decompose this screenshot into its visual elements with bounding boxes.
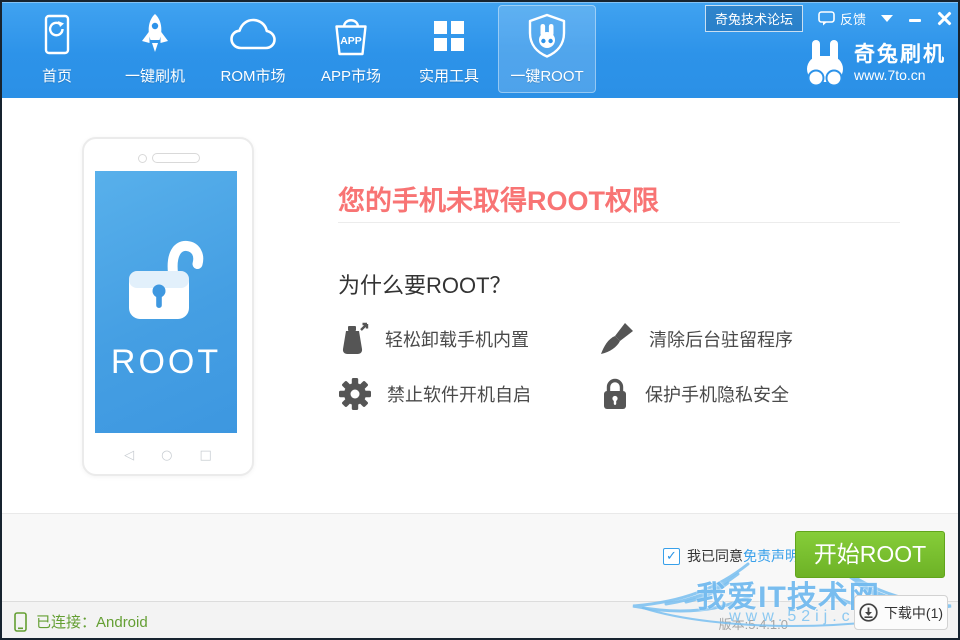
lock-icon: [600, 377, 630, 411]
feature-label: 轻松卸载手机内置: [385, 326, 529, 352]
feature-autostart: 禁止软件开机自启: [338, 377, 531, 411]
connection-status: 已连接：Android: [14, 611, 148, 632]
brand-logo: 奇兔刷机 www.7to.cn: [804, 38, 946, 88]
main-nav: 首页 一键刷机: [8, 0, 596, 98]
agreement-row: ✓ 我已同意 免责声明: [663, 546, 799, 566]
agree-checkbox[interactable]: ✓: [663, 548, 680, 565]
phone-speaker-slot: [152, 153, 200, 163]
feedback-label: 反馈: [840, 9, 866, 28]
app-bag-badge: APP: [340, 35, 362, 47]
feature-privacy: 保护手机隐私安全: [600, 377, 789, 411]
forum-button[interactable]: 奇兔技术论坛: [705, 5, 803, 32]
tab-flash[interactable]: 一键刷机: [106, 0, 204, 98]
tab-home-label: 首页: [42, 65, 72, 86]
disclaimer-link[interactable]: 免责声明: [743, 546, 799, 566]
gear-icon: [338, 377, 372, 411]
page-title: 您的手机未取得ROOT权限: [338, 179, 659, 218]
phone-illustration: ROOT ◁ ○ □: [82, 137, 254, 476]
phone-screen: ROOT: [95, 171, 237, 433]
android-back-icon: ◁: [124, 448, 134, 463]
feature-label: 禁止软件开机自启: [387, 381, 531, 407]
agree-label: 我已同意: [687, 546, 743, 566]
start-root-button[interactable]: 开始ROOT: [795, 531, 945, 578]
chevron-down-icon[interactable]: [881, 15, 893, 22]
brush-icon: [600, 322, 634, 356]
tab-root-label: 一键ROOT: [510, 65, 583, 86]
unlocked-padlock-icon: [121, 221, 211, 331]
tab-app-market[interactable]: APP APP市场: [302, 0, 400, 98]
close-button[interactable]: [937, 11, 952, 26]
home-icon: [35, 12, 79, 60]
app-window: 首页 一键刷机: [0, 0, 960, 640]
divider: [338, 222, 900, 223]
speech-bubble-icon: [818, 11, 835, 26]
tab-tools-label: 实用工具: [419, 65, 479, 86]
tab-flash-label: 一键刷机: [125, 65, 185, 86]
grid-icon: [428, 12, 470, 60]
shield-rabbit-icon: [523, 12, 571, 60]
connection-text: 已连接：Android: [36, 611, 148, 632]
phone-nav-buttons: ◁ ○ □: [84, 448, 252, 463]
brand-url: www.7to.cn: [854, 67, 946, 83]
why-root-heading: 为什么要ROOT？: [338, 268, 512, 300]
feature-uninstall: 轻松卸载手机内置: [338, 322, 529, 356]
tab-app-market-label: APP市场: [321, 65, 381, 86]
feature-clean: 清除后台驻留程序: [600, 322, 793, 356]
phone-root-label: ROOT: [95, 343, 237, 382]
cloud-icon: [228, 12, 278, 60]
rocket-icon: [133, 12, 177, 60]
android-recent-icon: □: [200, 448, 212, 463]
rabbit-logo-icon: [804, 38, 846, 88]
connected-phone-icon: [14, 612, 27, 632]
header: 首页 一键刷机: [0, 0, 960, 98]
phone-camera-dot: [138, 154, 147, 163]
download-icon: [859, 603, 878, 622]
tab-home[interactable]: 首页: [8, 0, 106, 98]
version-label: 版本:5.4.1.0: [719, 614, 788, 633]
tab-tools[interactable]: 实用工具: [400, 0, 498, 98]
tab-rom-market-label: ROM市场: [221, 65, 286, 86]
download-label: 下载中(1): [884, 603, 943, 623]
feedback-button[interactable]: 反馈: [818, 9, 866, 28]
tab-root[interactable]: 一键ROOT: [498, 5, 596, 93]
uninstall-icon: [338, 322, 370, 356]
feature-label: 保护手机隐私安全: [645, 381, 789, 407]
feature-label: 清除后台驻留程序: [649, 326, 793, 352]
tab-rom-market[interactable]: ROM市场: [204, 0, 302, 98]
android-home-icon: ○: [161, 448, 172, 463]
titlebar: 奇兔技术论坛 反馈: [705, 5, 952, 32]
status-bar: 已连接：Android 版本:5.4.1.0 下载中(1): [0, 601, 960, 640]
minimize-button[interactable]: [908, 11, 922, 27]
download-manager-button[interactable]: 下载中(1): [854, 595, 948, 630]
brand-name: 奇兔刷机: [854, 43, 946, 67]
app-bag-icon: APP: [327, 12, 375, 60]
